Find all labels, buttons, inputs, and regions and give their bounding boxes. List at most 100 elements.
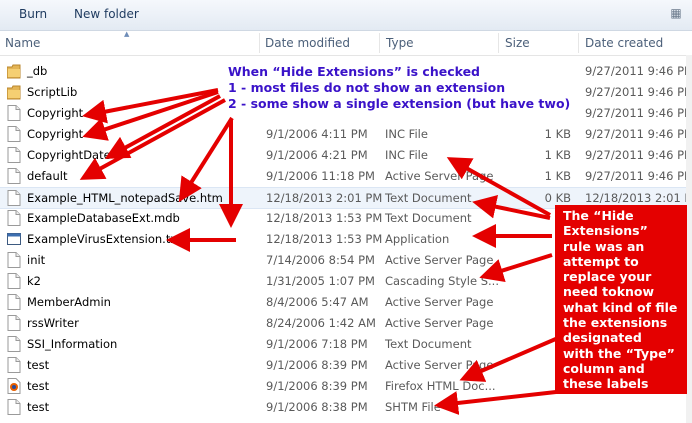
file-name: default <box>27 169 68 183</box>
file-date-created: 9/27/2011 9:46 PM <box>585 64 692 78</box>
file-type: INC File <box>385 148 428 162</box>
file-row[interactable]: Copyright 9/1/2006 4:11 PM INC File 1 KB 9/2… <box>0 124 692 144</box>
file-date-modified: 12/18/2013 1:53 PM <box>266 232 383 246</box>
column-divider[interactable] <box>259 33 260 53</box>
document-icon <box>7 105 21 121</box>
file-date-modified: 8/24/2006 1:42 AM <box>266 316 376 330</box>
file-name: Copyright <box>27 106 84 120</box>
annotation-line: need toknow <box>563 284 655 300</box>
annotation-type-column-note: The “Hide Extensions” rule was an attempt t… <box>555 205 687 394</box>
annotation-line: Extensions” <box>563 223 648 239</box>
column-name[interactable]: Name <box>5 36 40 50</box>
file-size: 1 KB <box>544 127 571 141</box>
file-type: Text Document <box>385 337 472 351</box>
annotation-line: The “Hide <box>563 208 634 223</box>
document-icon <box>7 273 21 289</box>
column-date-created[interactable]: Date created <box>585 36 663 50</box>
file-date-modified: 9/1/2006 8:39 PM <box>266 379 368 393</box>
file-size: 1 KB <box>544 148 571 162</box>
annotation-line: When “Hide Extensions” is checked <box>228 64 481 79</box>
file-date-modified: 12/18/2013 2:01 PM <box>266 191 383 205</box>
annotation-line: designated <box>563 330 642 346</box>
file-type: Firefox HTML Doc... <box>385 379 496 393</box>
annotation-line: rule was an <box>563 238 645 254</box>
file-name: rssWriter <box>27 316 79 330</box>
file-type: Active Server Page <box>385 316 494 330</box>
column-divider[interactable] <box>379 33 380 53</box>
file-date-modified: 9/1/2006 4:11 PM <box>266 127 368 141</box>
file-date-modified: 8/4/2006 5:47 AM <box>266 295 369 309</box>
view-options-icon[interactable]: ▦ <box>668 6 684 22</box>
annotation-line: the extensions <box>563 315 668 331</box>
annotation-line: column and <box>563 360 645 376</box>
file-name: test <box>27 400 50 414</box>
file-date-modified: 12/18/2013 1:53 PM <box>266 211 383 225</box>
file-date-modified: 9/1/2006 11:18 PM <box>266 169 375 183</box>
file-date-modified: 9/1/2006 7:18 PM <box>266 337 368 351</box>
column-size[interactable]: Size <box>505 36 530 50</box>
burn-button[interactable]: Burn <box>19 7 47 21</box>
annotation-line: 1 - most files do not show an extension <box>228 80 506 95</box>
file-name: CopyrightDate <box>27 148 111 162</box>
file-date-modified: 9/1/2006 8:39 PM <box>266 358 368 372</box>
column-type[interactable]: Type <box>386 36 414 50</box>
file-type: Cascading Style S... <box>385 274 499 288</box>
file-date-created: 9/27/2011 9:46 PM <box>585 127 692 141</box>
file-date-created: 9/27/2011 9:46 PM <box>585 148 692 162</box>
document-icon <box>7 168 21 184</box>
file-type: Text Document <box>385 211 472 225</box>
annotation-line: replace your <box>563 269 652 285</box>
file-row[interactable]: default 9/1/2006 11:18 PM Active Server Pa… <box>0 166 692 186</box>
document-icon <box>7 315 21 331</box>
folder-icon <box>6 63 21 79</box>
folder-icon <box>6 84 21 100</box>
file-row[interactable]: test 9/1/2006 8:38 PM SHTM File <box>0 397 692 417</box>
file-name: ScriptLib <box>27 85 78 99</box>
annotation-line: attempt to <box>563 253 639 269</box>
file-type: Active Server Page <box>385 253 494 267</box>
file-type: Application <box>385 232 450 246</box>
annotation-line: what kind of file <box>563 299 678 315</box>
annotation-line: 2 - some show a single extension (but ha… <box>228 96 571 111</box>
file-date-modified: 1/31/2005 1:07 PM <box>266 274 375 288</box>
file-type: Text Document <box>385 191 472 205</box>
document-icon <box>7 357 21 373</box>
file-size: 0 KB <box>544 191 571 205</box>
document-icon <box>7 294 21 310</box>
file-date-created: 9/27/2011 9:46 PM <box>585 85 692 99</box>
annotation-line: with the “Type” <box>563 345 675 361</box>
file-type: SHTM File <box>385 400 441 414</box>
annotation-line: these labels <box>563 376 649 392</box>
file-date-created: 9/27/2011 9:46 PM <box>585 106 692 120</box>
column-divider[interactable] <box>578 33 579 53</box>
column-date-modified[interactable]: Date modified <box>265 36 350 50</box>
column-divider[interactable] <box>498 33 499 53</box>
annotation-hide-extensions-note: When “Hide Extensions” is checked 1 - mo… <box>228 64 570 112</box>
sort-ascending-icon: ▲ <box>124 30 130 38</box>
document-icon <box>7 336 21 352</box>
toolbar: Burn New folder ▦ <box>0 0 692 31</box>
file-name: MemberAdmin <box>27 295 111 309</box>
file-name: k2 <box>27 274 41 288</box>
file-row[interactable]: CopyrightDate 9/1/2006 4:21 PM INC File 1 K… <box>0 145 692 165</box>
document-icon <box>7 399 21 415</box>
document-icon <box>7 252 21 268</box>
new-folder-button[interactable]: New folder <box>74 7 139 21</box>
file-date-modified: 7/14/2006 8:54 PM <box>266 253 375 267</box>
file-size: 1 KB <box>544 169 571 183</box>
file-date-created: 12/18/2013 2:01 PM <box>585 191 692 205</box>
file-name: _db <box>27 64 48 78</box>
file-date-modified: 9/1/2006 4:21 PM <box>266 148 368 162</box>
file-name: ExampleDatabaseExt.mdb <box>27 211 180 225</box>
file-type: Active Server Page <box>385 169 494 183</box>
file-date-modified: 9/1/2006 8:38 PM <box>266 400 368 414</box>
document-icon <box>7 147 21 163</box>
file-name: init <box>27 253 46 267</box>
file-name: test <box>27 358 50 372</box>
document-icon <box>7 210 21 226</box>
document-icon <box>7 126 21 142</box>
file-type: Active Server Page <box>385 295 494 309</box>
file-name: ExampleVirusExtension.txt <box>27 232 182 246</box>
file-name: Copyright <box>27 127 84 141</box>
firefox-html-icon <box>7 378 21 394</box>
